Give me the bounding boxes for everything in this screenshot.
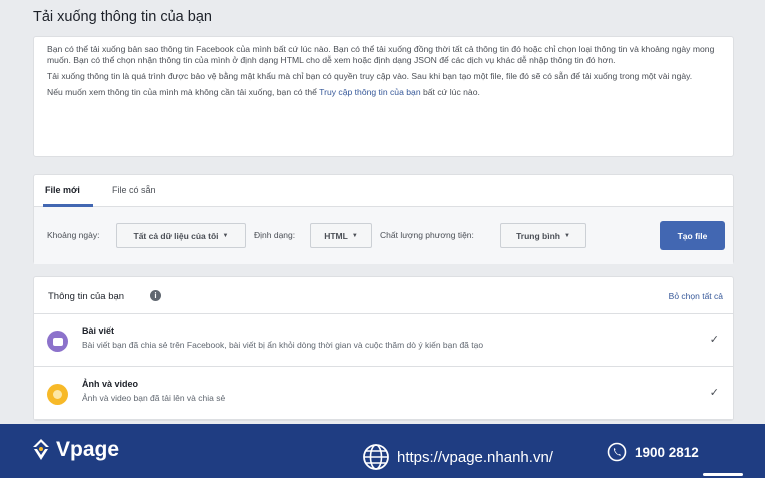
info-item-posts[interactable]: Bài viết Bài viết bạn đã chia sẻ trên Fa… bbox=[34, 314, 733, 367]
deselect-all-link[interactable]: Bỏ chọn tất cả bbox=[669, 291, 723, 301]
footer-banner: Vpage https://vpage.nhanh.vn/ 1900 2812 bbox=[0, 424, 765, 478]
format-select[interactable]: HTML ▼ bbox=[310, 223, 372, 248]
chevron-down-icon: ▼ bbox=[563, 232, 570, 239]
your-info-header: Thông tin của bạn i Bỏ chọn tất cả bbox=[34, 277, 733, 314]
format-label: Định dạng: bbox=[254, 230, 296, 240]
info-item-photos[interactable]: Ảnh và video Ảnh và video bạn đã tải lên… bbox=[34, 367, 733, 420]
intro-paragraph-2: Tải xuống thông tin là quá trình được bả… bbox=[47, 71, 693, 81]
date-range-select[interactable]: Tất cả dữ liệu của tôi ▼ bbox=[116, 223, 246, 248]
date-range-value: Tất cả dữ liệu của tôi bbox=[133, 230, 219, 241]
website-url[interactable]: https://vpage.nhanh.vn/ bbox=[397, 449, 553, 466]
info-icon[interactable]: i bbox=[150, 290, 161, 301]
tab-available-files[interactable]: File có sẵn bbox=[112, 185, 156, 195]
intro-box: Bạn có thể tải xuống bản sao thông tin F… bbox=[33, 36, 734, 157]
your-info-panel: Thông tin của bạn i Bỏ chọn tất cả Bài v… bbox=[33, 276, 734, 421]
intro-paragraph-1: Bạn có thể tải xuống bản sao thông tin F… bbox=[47, 44, 715, 65]
tab-new-file[interactable]: File mới bbox=[45, 185, 80, 195]
posts-icon bbox=[47, 331, 68, 352]
your-info-title: Thông tin của bạn bbox=[48, 291, 125, 302]
file-controls: Khoảng ngày: Tất cả dữ liệu của tôi ▼ Đị… bbox=[34, 207, 733, 264]
phone-icon bbox=[607, 442, 627, 462]
media-quality-select[interactable]: Trung bình ▼ bbox=[500, 223, 586, 248]
chevron-down-icon: ▼ bbox=[351, 232, 358, 239]
page-title: Tải xuống thông tin của bạn bbox=[33, 9, 212, 25]
date-range-label: Khoảng ngày: bbox=[47, 230, 100, 240]
info-item-description: Bài viết bạn đã chia sẻ trên Facebook, b… bbox=[82, 340, 484, 350]
website-info: https://vpage.nhanh.vn/ bbox=[361, 442, 553, 472]
footer-accent-bar bbox=[703, 473, 743, 476]
create-file-button[interactable]: Tạo file bbox=[660, 221, 725, 250]
globe-icon bbox=[363, 444, 389, 470]
access-your-info-link[interactable]: Truy cập thông tin của bạn bbox=[319, 87, 420, 97]
brand-name: Vpage bbox=[56, 438, 120, 461]
hotline-number[interactable]: 1900 2812 bbox=[635, 445, 699, 460]
info-item-title: Ảnh và video bbox=[82, 379, 139, 389]
media-quality-value: Trung bình bbox=[516, 230, 560, 241]
format-value: HTML bbox=[324, 230, 348, 241]
info-item-description: Ảnh và video bạn đã tải lên và chia sẻ bbox=[82, 393, 226, 403]
checkmark-icon[interactable]: ✓ bbox=[710, 386, 719, 399]
file-panel: File mới File có sẵn Khoảng ngày: Tất cả… bbox=[33, 174, 734, 264]
file-tabs: File mới File có sẵn bbox=[34, 175, 733, 207]
intro-paragraph-3-prefix: Nếu muốn xem thông tin của mình mà không… bbox=[47, 87, 320, 97]
vpage-logo: Vpage bbox=[30, 438, 119, 462]
photos-icon bbox=[47, 384, 68, 405]
checkmark-icon[interactable]: ✓ bbox=[710, 333, 719, 346]
media-quality-label: Chất lượng phương tiện: bbox=[380, 230, 474, 240]
hotline-info: 1900 2812 bbox=[607, 442, 699, 462]
info-item-title: Bài viết bbox=[82, 326, 115, 336]
intro-paragraph-3: Nếu muốn xem thông tin của mình mà không… bbox=[47, 87, 720, 98]
vpage-logo-icon bbox=[33, 439, 49, 460]
chevron-down-icon: ▼ bbox=[222, 232, 229, 239]
intro-paragraph-3-suffix: bất cứ lúc nào. bbox=[420, 87, 480, 97]
